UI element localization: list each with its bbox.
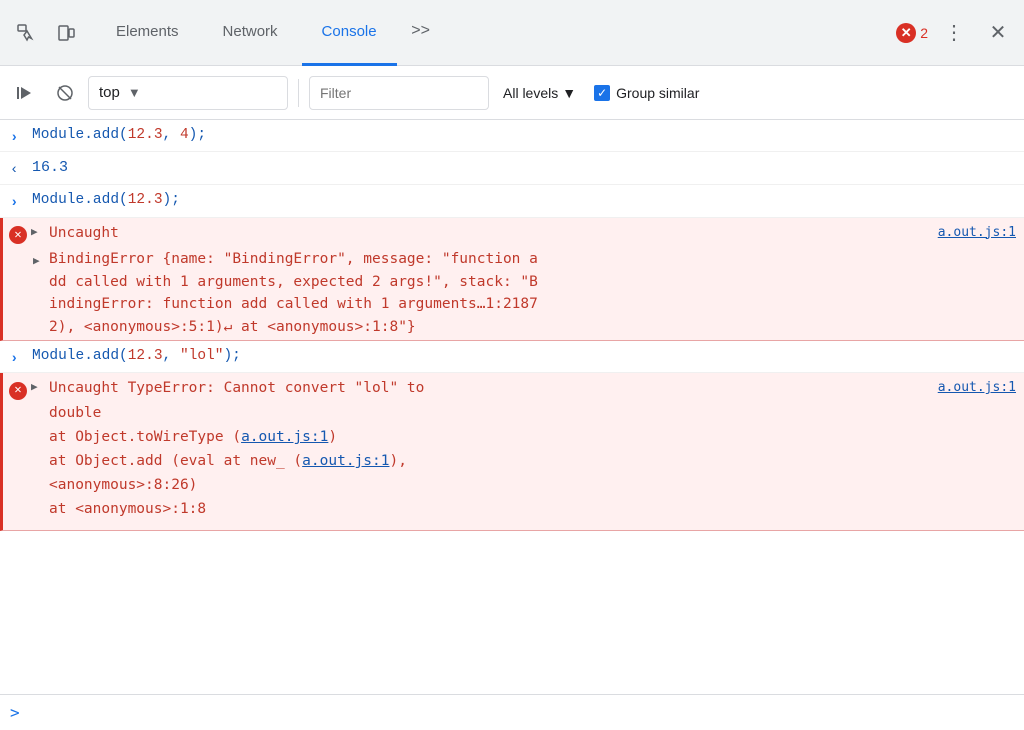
error-link-add[interactable]: a.out.js:1: [302, 453, 389, 469]
toolbar-divider: [298, 79, 299, 107]
error-badge: ✕ 2: [896, 23, 928, 43]
console-row: › Module.add(12.3, "lol");: [0, 341, 1024, 373]
tab-console[interactable]: Console: [302, 0, 397, 66]
context-selector[interactable]: top ▼: [88, 76, 288, 110]
error-body-1: ▶ BindingError {name: "BindingError", me…: [3, 246, 1024, 340]
levels-dropdown[interactable]: All levels ▼: [495, 76, 584, 110]
error-header-text-2: Uncaught TypeError: Cannot convert "lol"…: [35, 378, 1016, 400]
error-icon: ✕: [9, 224, 27, 247]
error-circle-icon: ✕: [896, 23, 916, 43]
console-row: › Module.add(12.3);: [0, 185, 1024, 217]
error-expand-arrow[interactable]: ▶: [31, 225, 38, 243]
group-similar-option[interactable]: ✓ Group similar: [594, 85, 699, 101]
input-chevron-icon: ›: [10, 127, 18, 149]
clear-console-button[interactable]: [48, 76, 82, 110]
console-row: › Module.add(12.3, 4);: [0, 120, 1024, 152]
tab-bar-right: ✕ 2 ⋮ ✕: [896, 15, 1016, 51]
console-row: ‹ 16.3: [0, 152, 1024, 185]
tab-network[interactable]: Network: [203, 0, 298, 66]
console-input-text: Module.add(12.3, "lol");: [32, 345, 1016, 368]
group-similar-checkbox[interactable]: ✓: [594, 85, 610, 101]
output-chevron-icon: ‹: [10, 159, 18, 181]
error-header-text: Uncaught a.out.js:1: [35, 223, 1016, 245]
console-input-text: Module.add(12.3);: [32, 189, 1016, 212]
error-expand-arrow-3[interactable]: ▶: [31, 380, 38, 398]
console-output: › Module.add(12.3, 4); ‹ 16.3 › Module.a…: [0, 120, 1024, 694]
error-source-link-2[interactable]: a.out.js:1: [938, 378, 1016, 398]
error-block-1: ✕ ▶ Uncaught a.out.js:1 ▶ BindingError {…: [0, 218, 1024, 342]
more-options-button[interactable]: ⋮: [936, 15, 972, 51]
error-source-link-1[interactable]: a.out.js:1: [938, 223, 1016, 243]
error-link-towiretype[interactable]: a.out.js:1: [241, 429, 328, 445]
error-header-row: ✕ ▶ Uncaught a.out.js:1: [3, 218, 1024, 247]
tab-bar: Elements Network Console >> ✕ 2 ⋮ ✕: [0, 0, 1024, 66]
context-dropdown-arrow: ▼: [128, 85, 141, 100]
close-devtools-button[interactable]: ✕: [980, 15, 1016, 51]
tab-elements[interactable]: Elements: [96, 0, 199, 66]
error-icon-2: ✕: [9, 379, 27, 402]
error-expand-arrow-2[interactable]: ▶: [33, 252, 40, 269]
error-body-2: double at Object.toWireType (a.out.js:1)…: [3, 402, 1024, 530]
tab-more-button[interactable]: >>: [401, 15, 441, 51]
console-input[interactable]: [28, 705, 1016, 721]
input-chevron-icon: ›: [10, 192, 18, 214]
console-prompt-icon: >: [10, 703, 20, 722]
levels-dropdown-arrow: ▼: [562, 85, 576, 101]
device-toolbar-button[interactable]: [48, 15, 84, 51]
input-chevron-icon: ›: [10, 348, 18, 370]
filter-input[interactable]: [320, 85, 478, 101]
console-output-text: 16.3: [32, 156, 1016, 180]
console-input-text: Module.add(12.3, 4);: [32, 124, 1016, 147]
error-block-2: ✕ ▶ Uncaught TypeError: Cannot convert "…: [0, 373, 1024, 530]
console-input-row: >: [0, 694, 1024, 730]
filter-input-wrap: [309, 76, 489, 110]
devtools-icons: [8, 15, 84, 51]
error-header-row-2: ✕ ▶ Uncaught TypeError: Cannot convert "…: [3, 373, 1024, 402]
console-toolbar: top ▼ All levels ▼ ✓ Group similar: [0, 66, 1024, 120]
execute-button[interactable]: [8, 76, 42, 110]
inspect-element-button[interactable]: [8, 15, 44, 51]
